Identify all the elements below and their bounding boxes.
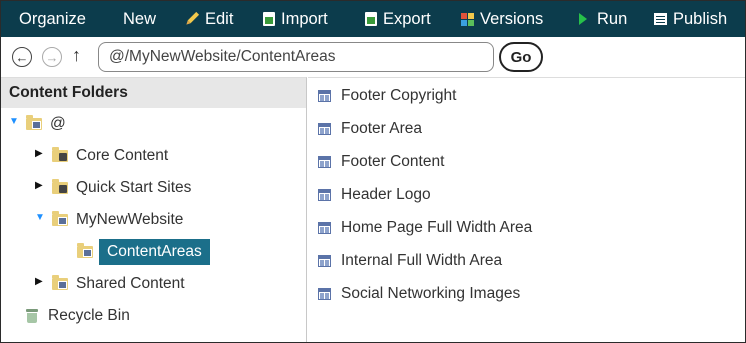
tree-node-core-content[interactable]: ▶ Core Content bbox=[35, 143, 168, 169]
folder-icon bbox=[52, 211, 68, 226]
edit-button[interactable]: Edit bbox=[185, 1, 233, 37]
expand-toggle-icon[interactable]: ▼ bbox=[35, 212, 45, 223]
list-item-label: Home Page Full Width Area bbox=[341, 219, 533, 236]
new-button[interactable]: New bbox=[123, 1, 156, 37]
tree-node-label: Quick Start Sites bbox=[76, 179, 192, 196]
organize-label: Organize bbox=[19, 9, 86, 28]
collapse-toggle-icon[interactable]: ▶ bbox=[35, 148, 43, 159]
export-button[interactable]: Export bbox=[365, 1, 431, 37]
expand-toggle-icon[interactable]: ▼ bbox=[9, 116, 19, 127]
content-area-icon bbox=[318, 90, 331, 102]
versions-icon bbox=[461, 12, 474, 26]
versions-button[interactable]: Versions bbox=[461, 1, 543, 37]
tree-node-root[interactable]: ▼ @ bbox=[9, 111, 66, 137]
arrow-right-icon: → bbox=[45, 49, 59, 65]
folder-icon bbox=[52, 275, 68, 290]
list-item[interactable]: Footer Content bbox=[318, 150, 444, 174]
locked-folder-icon bbox=[52, 147, 68, 162]
list-item-label: Footer Copyright bbox=[341, 87, 457, 104]
import-label: Import bbox=[281, 9, 328, 28]
export-label: Export bbox=[383, 9, 431, 28]
arrow-left-icon: ← bbox=[15, 49, 29, 65]
forward-button[interactable]: → bbox=[42, 47, 62, 67]
tree-node-label-selected: ContentAreas bbox=[99, 239, 210, 265]
content-area-icon bbox=[318, 189, 331, 201]
content-area-icon bbox=[318, 222, 331, 234]
content-area-icon bbox=[318, 255, 331, 267]
locked-folder-icon bbox=[52, 179, 68, 194]
list-item[interactable]: Footer Copyright bbox=[318, 84, 456, 108]
content-area-icon bbox=[318, 123, 331, 135]
list-item[interactable]: Home Page Full Width Area bbox=[318, 216, 532, 240]
list-item-label: Header Logo bbox=[341, 186, 431, 203]
folder-icon bbox=[26, 115, 42, 130]
recycle-bin-icon bbox=[26, 309, 38, 323]
tree-node-label: @ bbox=[50, 115, 66, 132]
path-input[interactable] bbox=[98, 42, 494, 72]
run-button[interactable]: Run bbox=[579, 1, 627, 37]
tree-node-mynewwebsite[interactable]: ▼ MyNewWebsite bbox=[35, 207, 183, 233]
back-button[interactable]: ← bbox=[12, 47, 32, 67]
new-label: New bbox=[123, 9, 157, 28]
list-item-label: Footer Area bbox=[341, 120, 422, 137]
import-button[interactable]: Import bbox=[263, 1, 328, 37]
export-icon bbox=[365, 12, 377, 26]
publish-label: Publish bbox=[673, 9, 728, 28]
tree-node-quick-start-sites[interactable]: ▶ Quick Start Sites bbox=[35, 175, 191, 201]
list-item[interactable]: Internal Full Width Area bbox=[318, 249, 502, 273]
tree-node-recycle-bin[interactable]: Recycle Bin bbox=[26, 303, 130, 329]
toolbar: Organize New Edit Import Export Versions bbox=[1, 1, 745, 37]
up-button[interactable]: ↑ bbox=[72, 45, 81, 66]
tree-node-shared-content[interactable]: ▶ Shared Content bbox=[35, 271, 185, 297]
list-item[interactable]: Header Logo bbox=[318, 183, 431, 207]
tree-node-label: Core Content bbox=[76, 147, 169, 164]
app-window: Organize New Edit Import Export Versions bbox=[0, 0, 746, 343]
list-item-label: Internal Full Width Area bbox=[341, 252, 503, 269]
publish-icon bbox=[654, 13, 667, 25]
content-list-pane: Footer Copyright Footer Area Footer Cont… bbox=[308, 77, 745, 342]
content-folders-header: Content Folders bbox=[1, 78, 306, 108]
collapse-toggle-icon[interactable]: ▶ bbox=[35, 276, 43, 287]
list-item-label: Footer Content bbox=[341, 153, 445, 170]
run-label: Run bbox=[597, 9, 628, 28]
publish-button[interactable]: Publish bbox=[654, 1, 727, 37]
arrow-up-icon: ↑ bbox=[72, 45, 81, 65]
go-button[interactable]: Go bbox=[499, 42, 543, 72]
import-icon bbox=[263, 12, 275, 26]
tree-node-contentareas[interactable]: ContentAreas bbox=[77, 239, 210, 265]
play-icon bbox=[579, 13, 587, 25]
versions-label: Versions bbox=[480, 9, 544, 28]
content-area-icon bbox=[318, 156, 331, 168]
address-bar: ← → ↑ Go bbox=[1, 37, 745, 77]
tree-node-label: Shared Content bbox=[76, 275, 185, 292]
tree-node-label: Recycle Bin bbox=[48, 307, 130, 324]
content-area-icon bbox=[318, 288, 331, 300]
content-folders-pane: Content Folders ▼ @ ▶ Core Content ▶ Qui… bbox=[1, 77, 307, 342]
list-item[interactable]: Social Networking Images bbox=[318, 282, 520, 306]
list-item-label: Social Networking Images bbox=[341, 285, 521, 302]
organize-button[interactable]: Organize bbox=[19, 1, 86, 37]
folder-icon bbox=[77, 243, 93, 258]
pencil-icon bbox=[182, 9, 202, 29]
edit-label: Edit bbox=[205, 9, 234, 28]
collapse-toggle-icon[interactable]: ▶ bbox=[35, 180, 43, 191]
tree-node-label: MyNewWebsite bbox=[76, 211, 184, 228]
list-item[interactable]: Footer Area bbox=[318, 117, 422, 141]
